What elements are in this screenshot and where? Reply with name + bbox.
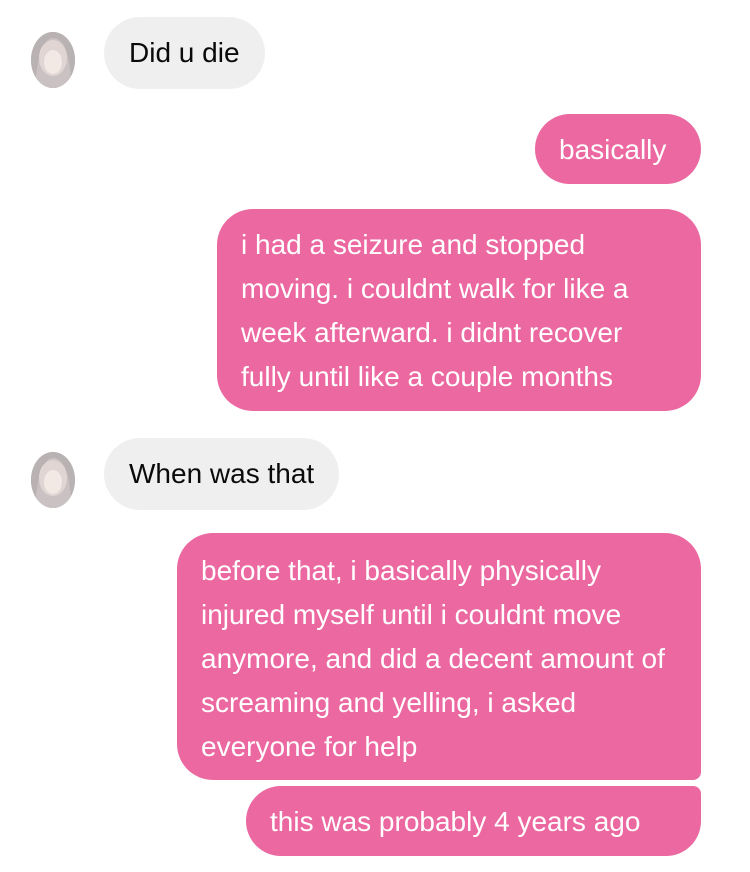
received-message[interactable]: Did u die — [104, 17, 265, 89]
sent-message[interactable]: i had a seizure and stopped moving. i co… — [217, 209, 701, 411]
sent-message[interactable]: this was probably 4 years ago — [246, 786, 701, 856]
received-message[interactable]: When was that — [104, 438, 340, 510]
user-avatar-icon — [31, 32, 75, 88]
user-avatar-icon — [31, 452, 75, 508]
sent-message[interactable]: basically — [535, 114, 701, 184]
sender-avatar[interactable] — [31, 452, 75, 508]
sent-message[interactable]: before that, i basically physically inju… — [177, 533, 701, 780]
sender-avatar[interactable] — [31, 32, 75, 88]
